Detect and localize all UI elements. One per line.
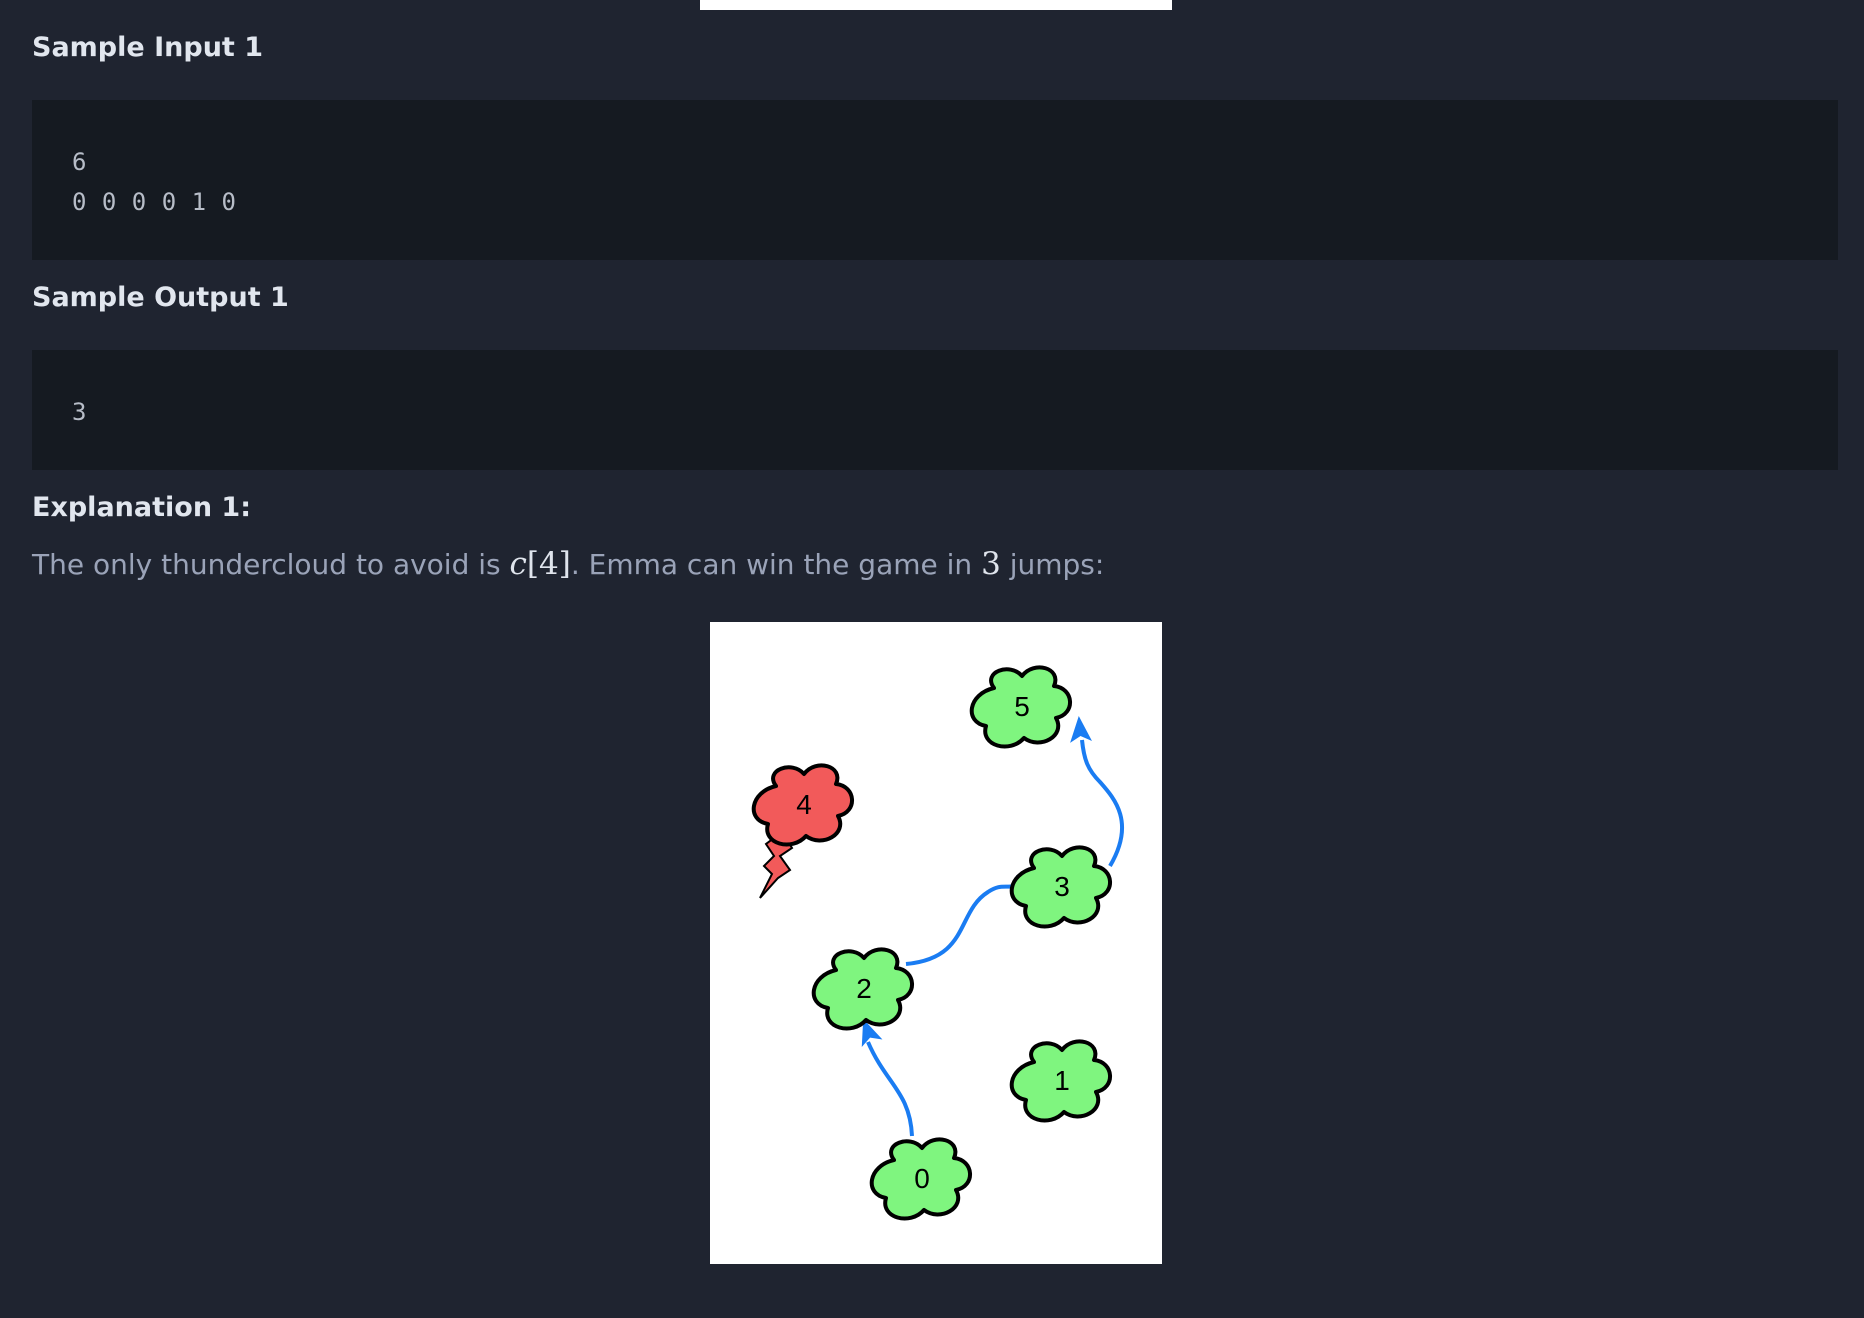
explanation-heading: Explanation 1: <box>32 492 252 523</box>
thundercloud-4: 4 <box>751 763 855 899</box>
sample-input-line: 6 <box>72 148 87 176</box>
jump-arrow-head <box>1070 716 1093 743</box>
explanation-text: . Emma can win the game in <box>570 548 982 581</box>
cloud-5: 5 <box>969 665 1073 749</box>
cloud-label: 0 <box>914 1163 930 1194</box>
jump-arrow-2-3 <box>905 884 1017 966</box>
sample-input-heading: Sample Input 1 <box>32 32 264 63</box>
explanation-text: The only thundercloud to avoid is <box>32 548 510 581</box>
sample-output-heading: Sample Output 1 <box>32 282 289 313</box>
cloud-3: 3 <box>1009 845 1113 929</box>
cloud-jump-diagram: 0 1 2 3 4 5 <box>751 665 1125 1221</box>
sample-output-code-block: 3 <box>32 350 1838 470</box>
cloud-jump-figure: 0 1 2 3 4 5 <box>710 622 1162 1264</box>
explanation-text: jumps: <box>1000 548 1105 581</box>
math-subscript: [4] <box>526 546 571 582</box>
cloud-label: 4 <box>796 789 812 820</box>
sample-input-code-block: 6 0 0 0 0 1 0 <box>32 100 1838 260</box>
sample-output-line: 3 <box>72 398 87 426</box>
cloud-label: 3 <box>1054 871 1070 902</box>
math-variable: c <box>509 546 527 582</box>
cloud-0: 0 <box>869 1137 973 1221</box>
cloud-label: 2 <box>856 973 872 1004</box>
clouds-layer: 0 1 2 3 4 5 <box>751 665 1113 1221</box>
cloud-label: 1 <box>1054 1065 1070 1096</box>
explanation-paragraph: The only thundercloud to avoid is c[4]. … <box>32 546 1104 583</box>
previous-figure-bottom-edge <box>700 0 1172 10</box>
sample-input-line: 0 0 0 0 1 0 <box>72 188 237 216</box>
cloud-1: 1 <box>1009 1039 1113 1123</box>
math-cloud-index: c[4] <box>510 546 571 582</box>
cloud-2: 2 <box>811 947 915 1031</box>
jump-arrow-0-2 <box>866 1041 914 1137</box>
cloud-label: 5 <box>1014 691 1030 722</box>
math-jump-count: 3 <box>981 546 1001 582</box>
